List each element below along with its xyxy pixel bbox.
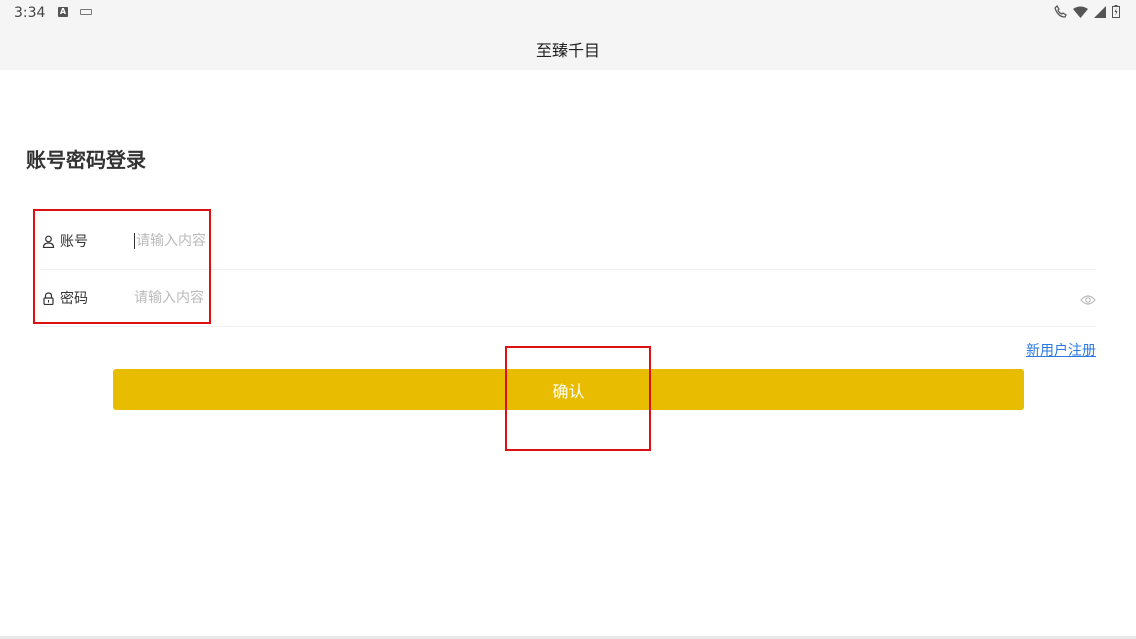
account-field-row: 账号 bbox=[40, 213, 1096, 270]
notification-a-icon: A bbox=[58, 7, 68, 17]
call-icon bbox=[1054, 5, 1067, 18]
status-icons bbox=[1054, 5, 1120, 18]
password-field-row: 密码 bbox=[40, 270, 1096, 327]
signal-icon bbox=[1094, 5, 1106, 18]
battery-icon bbox=[1112, 5, 1120, 18]
register-link[interactable]: 新用户注册 bbox=[1026, 340, 1096, 360]
wifi-icon bbox=[1073, 6, 1088, 18]
password-input[interactable] bbox=[134, 290, 534, 306]
eye-icon[interactable] bbox=[1080, 291, 1096, 310]
app-header: 3:34 A 至臻千目 bbox=[0, 0, 1136, 70]
status-time: 3:34 bbox=[14, 5, 46, 21]
account-label: 账号 bbox=[60, 234, 88, 250]
app-title: 至臻千目 bbox=[535, 41, 600, 60]
status-bar: 3:34 A bbox=[0, 0, 1136, 26]
account-input[interactable] bbox=[134, 233, 534, 249]
confirm-button[interactable]: 确认 bbox=[113, 369, 1024, 410]
password-label: 密码 bbox=[60, 291, 88, 307]
keyboard-icon bbox=[80, 9, 92, 15]
user-icon bbox=[42, 234, 56, 248]
lock-icon bbox=[42, 291, 56, 305]
login-heading: 账号密码登录 bbox=[26, 148, 146, 172]
